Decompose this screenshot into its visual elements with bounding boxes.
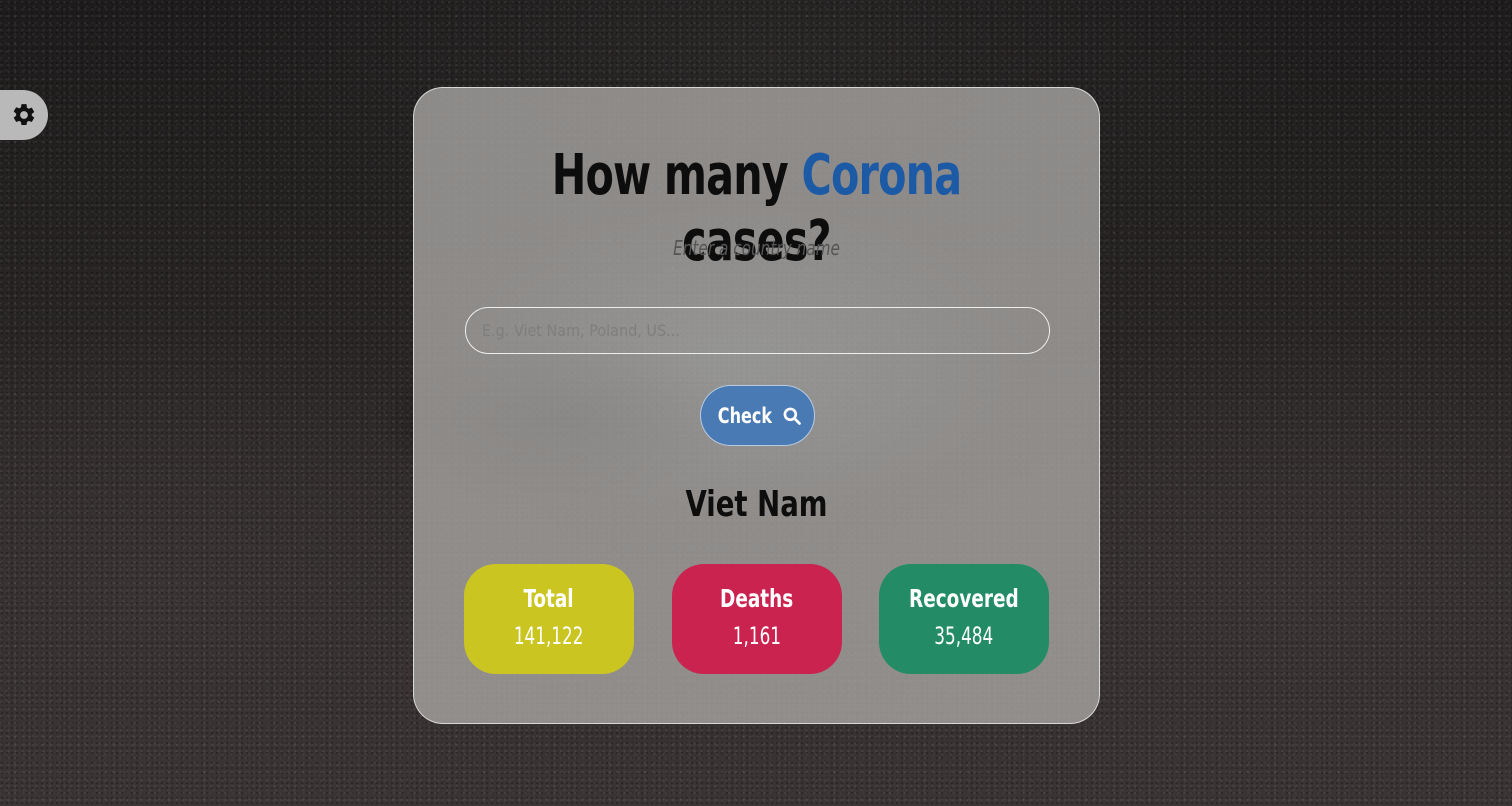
recovered-card: Recovered 35,484	[879, 564, 1049, 674]
title-prefix: How many	[551, 143, 802, 208]
total-label: Total	[523, 584, 575, 613]
search-icon	[782, 406, 802, 426]
check-button-label: Check	[717, 403, 772, 428]
check-button[interactable]: Check	[700, 385, 815, 446]
recovered-value: 35,484	[934, 622, 994, 650]
deaths-value: 1,161	[732, 622, 782, 650]
recovered-label: Recovered	[909, 584, 1019, 613]
title-accent: Corona	[801, 143, 962, 208]
total-value: 141,122	[514, 622, 584, 650]
deaths-card: Deaths 1,161	[672, 564, 842, 674]
country-name: Viet Nam	[685, 484, 828, 525]
gear-icon	[11, 102, 37, 128]
deaths-label: Deaths	[720, 584, 794, 613]
stats-row: Total 141,122 Deaths 1,161 Recovered 35,…	[464, 564, 1050, 674]
search-card: How many Corona cases? Enter a country n…	[413, 87, 1100, 724]
country-search-input[interactable]	[465, 307, 1050, 354]
settings-button[interactable]	[0, 90, 48, 140]
subtitle: Enter a country name	[673, 236, 840, 260]
total-card: Total 141,122	[464, 564, 634, 674]
